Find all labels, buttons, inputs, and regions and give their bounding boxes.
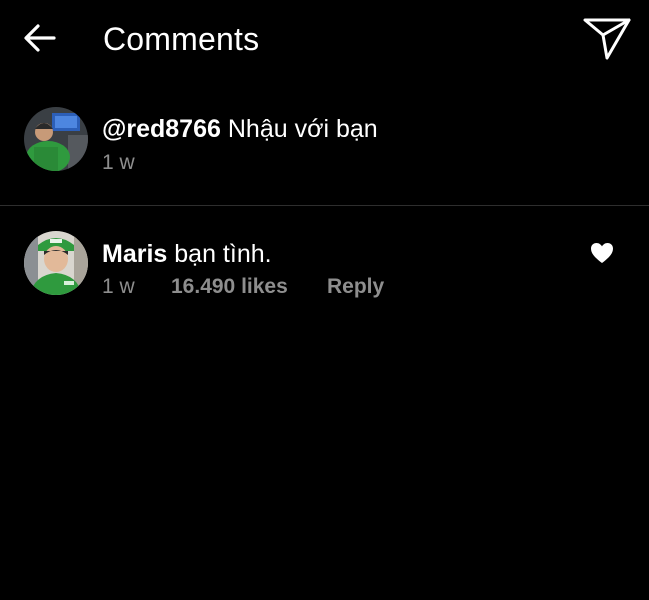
back-button[interactable] (20, 20, 60, 56)
like-button[interactable] (589, 241, 615, 265)
divider (0, 205, 649, 206)
caption-timestamp: 1 w (102, 151, 135, 174)
heart-filled-icon (591, 243, 613, 263)
comment-timestamp: 1 w (102, 275, 135, 298)
comment-text: Maris bạn tình. (102, 237, 272, 271)
profile-photo (24, 231, 88, 295)
top-bar: Comments (0, 0, 649, 80)
arrow-left-icon (24, 24, 56, 52)
comment-body: bạn tình. (174, 240, 272, 268)
caption-body: Nhậu với bạn (227, 115, 378, 143)
page-title: Comments (103, 21, 260, 57)
caption-username[interactable]: @red8766 (102, 115, 221, 143)
comment-username[interactable]: Maris (102, 240, 167, 268)
comment-author-avatar[interactable] (24, 231, 88, 295)
paper-plane-icon (583, 18, 631, 60)
profile-photo (24, 107, 88, 171)
share-button[interactable] (582, 16, 632, 62)
caption-author-avatar[interactable] (24, 107, 88, 171)
comment-likes-count[interactable]: 16.490 likes (171, 273, 288, 301)
reply-button[interactable]: Reply (327, 273, 384, 301)
caption-text: @red8766 Nhậu với bạn (102, 112, 378, 146)
